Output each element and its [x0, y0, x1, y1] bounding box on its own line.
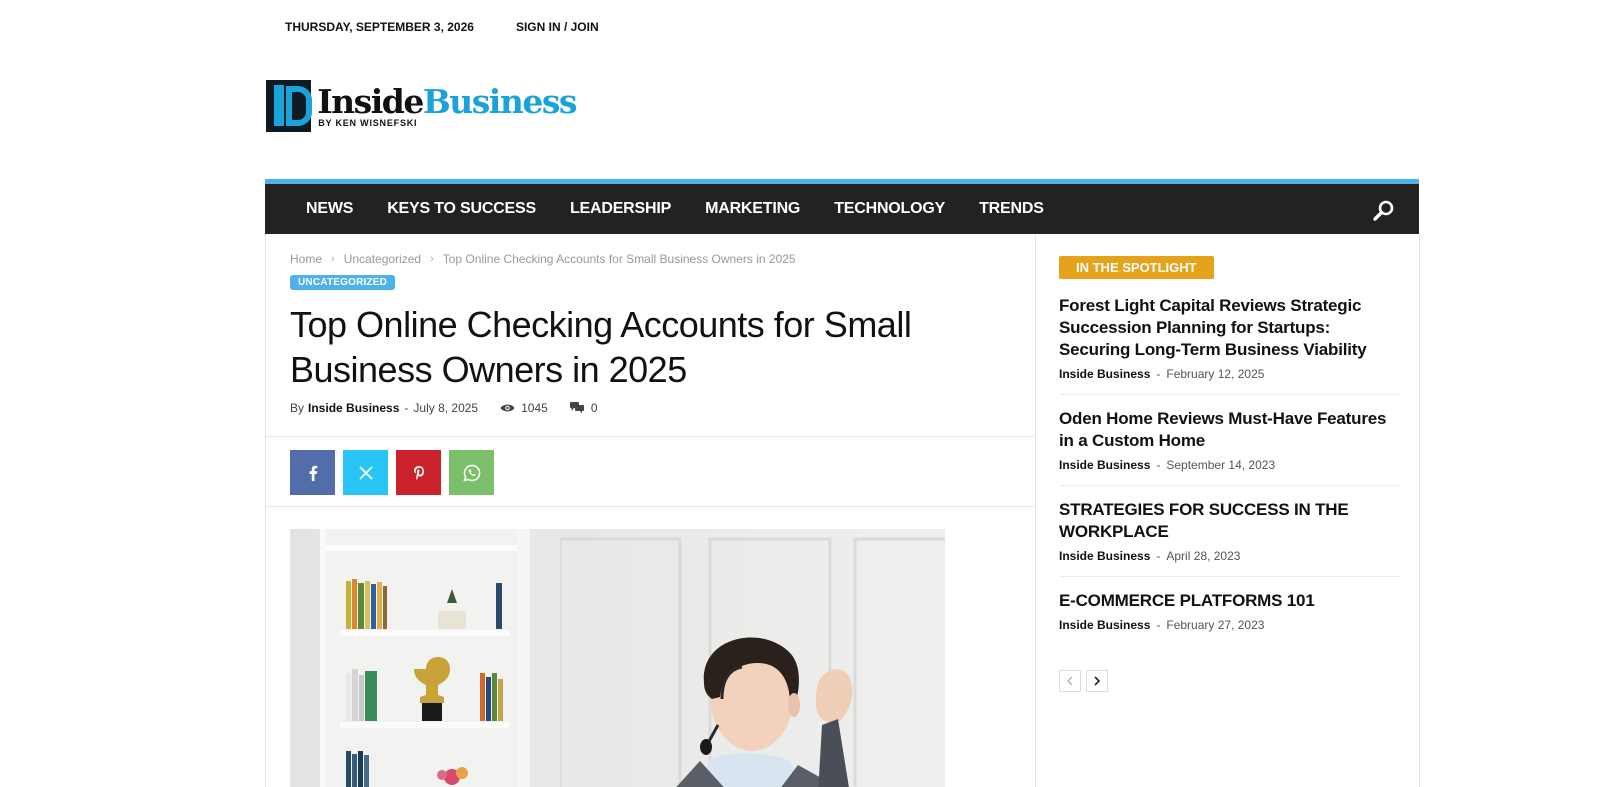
top-bar: THURSDAY, SEPTEMBER 3, 2026 SIGN IN / JO…	[285, 19, 599, 35]
current-date: THURSDAY, SEPTEMBER 3, 2026	[285, 20, 474, 34]
nav-item-news[interactable]: NEWS	[306, 200, 353, 218]
nav-item-leadership[interactable]: LEADERSHIP	[570, 200, 671, 218]
publish-date: July 8, 2025	[413, 401, 479, 415]
spotlight-title[interactable]: STRATEGIES FOR SUCCESS IN THE WORKPLACE	[1059, 499, 1401, 543]
share-whatsapp-button[interactable]	[449, 450, 494, 495]
by-label: By	[290, 401, 305, 415]
divider	[266, 506, 1035, 507]
spotlight-title[interactable]: E-COMMERCE PLATFORMS 101	[1059, 590, 1401, 612]
meta-dash: -	[1156, 458, 1161, 472]
spotlight-badge: IN THE SPOTLIGHT	[1059, 256, 1214, 279]
spotlight-date: February 27, 2023	[1166, 618, 1265, 632]
share-bar	[290, 450, 502, 495]
spotlight-author[interactable]: Inside Business	[1059, 458, 1150, 472]
share-facebook-button[interactable]	[290, 450, 335, 495]
logo-byline: BY KEN WISNEFSKI	[318, 118, 418, 128]
prev-button[interactable]	[1059, 670, 1081, 692]
spotlight-date: April 28, 2023	[1166, 549, 1241, 563]
hero-photo	[290, 529, 945, 787]
spotlight-author[interactable]: Inside Business	[1059, 549, 1150, 563]
spotlight-pager	[1059, 670, 1113, 692]
list-item: STRATEGIES FOR SUCCESS IN THE WORKPLACE …	[1059, 499, 1401, 577]
list-item: Forest Light Capital Reviews Strategic S…	[1059, 295, 1401, 395]
eye-icon	[500, 404, 515, 412]
comments-icon	[569, 402, 584, 414]
nav-item-trends[interactable]: TRENDS	[979, 200, 1044, 218]
list-item: Oden Home Reviews Must-Have Features in …	[1059, 408, 1401, 486]
facebook-icon	[309, 465, 317, 481]
pinterest-icon	[413, 465, 424, 480]
x-icon	[358, 465, 373, 480]
meta-dash: -	[1156, 367, 1161, 381]
spotlight-author[interactable]: Inside Business	[1059, 618, 1150, 632]
views-value: 1045	[521, 401, 548, 415]
spotlight-date: September 14, 2023	[1166, 458, 1276, 472]
article-title: Top Online Checking Accounts for Small B…	[290, 304, 912, 390]
next-button[interactable]	[1086, 670, 1108, 692]
site-logo[interactable]: InsideBusiness BY KEN WISNEFSKI	[266, 78, 578, 134]
breadcrumb-current: Top Online Checking Accounts for Small B…	[442, 252, 796, 266]
chevron-right-icon: ›	[331, 253, 335, 265]
logo-name-part2: Business	[422, 82, 578, 121]
divider	[266, 436, 1035, 437]
chevron-right-icon	[1094, 676, 1101, 686]
spotlight-list: Forest Light Capital Reviews Strategic S…	[1059, 295, 1401, 658]
breadcrumb: Home › Uncategorized › Top Online Checki…	[290, 252, 796, 266]
views-count: 1045	[500, 401, 548, 415]
search-icon[interactable]	[1372, 199, 1396, 223]
comments-count[interactable]: 0	[569, 401, 598, 415]
logo-name-part1: Inside	[317, 82, 424, 121]
article-column: Home › Uncategorized › Top Online Checki…	[265, 234, 1036, 787]
comments-value: 0	[590, 401, 598, 415]
spotlight-date: February 12, 2025	[1166, 367, 1265, 381]
whatsapp-icon	[462, 464, 480, 482]
spotlight-title[interactable]: Oden Home Reviews Must-Have Features in …	[1059, 408, 1401, 452]
article-hero-image	[290, 529, 945, 787]
main-nav: NEWS KEYS TO SUCCESS LEADERSHIP MARKETIN…	[265, 179, 1419, 234]
nav-item-marketing[interactable]: MARKETING	[705, 200, 800, 218]
spotlight-title[interactable]: Forest Light Capital Reviews Strategic S…	[1059, 295, 1401, 361]
list-item: E-COMMERCE PLATFORMS 101 Inside Business…	[1059, 590, 1401, 645]
spotlight-sidebar: IN THE SPOTLIGHT Forest Light Capital Re…	[1036, 234, 1420, 787]
logo-mark-icon	[266, 80, 312, 132]
chevron-left-icon	[1066, 676, 1073, 686]
nav-item-keys-to-success[interactable]: KEYS TO SUCCESS	[387, 200, 536, 218]
meta-dash: -	[1156, 549, 1161, 563]
sign-in-link[interactable]: SIGN IN / JOIN	[516, 20, 599, 34]
chevron-right-icon: ›	[430, 253, 434, 265]
meta-dash: -	[404, 401, 409, 415]
breadcrumb-home[interactable]: Home	[290, 252, 322, 266]
breadcrumb-category[interactable]: Uncategorized	[344, 252, 421, 266]
share-x-button[interactable]	[343, 450, 388, 495]
share-pinterest-button[interactable]	[396, 450, 441, 495]
spotlight-author[interactable]: Inside Business	[1059, 367, 1150, 381]
category-badge[interactable]: UNCATEGORIZED	[290, 275, 396, 290]
article-meta: By Inside Business - July 8, 2025 1045 0	[290, 401, 598, 415]
author-link[interactable]: Inside Business	[308, 401, 399, 415]
nav-item-technology[interactable]: TECHNOLOGY	[834, 200, 945, 218]
meta-dash: -	[1156, 618, 1161, 632]
